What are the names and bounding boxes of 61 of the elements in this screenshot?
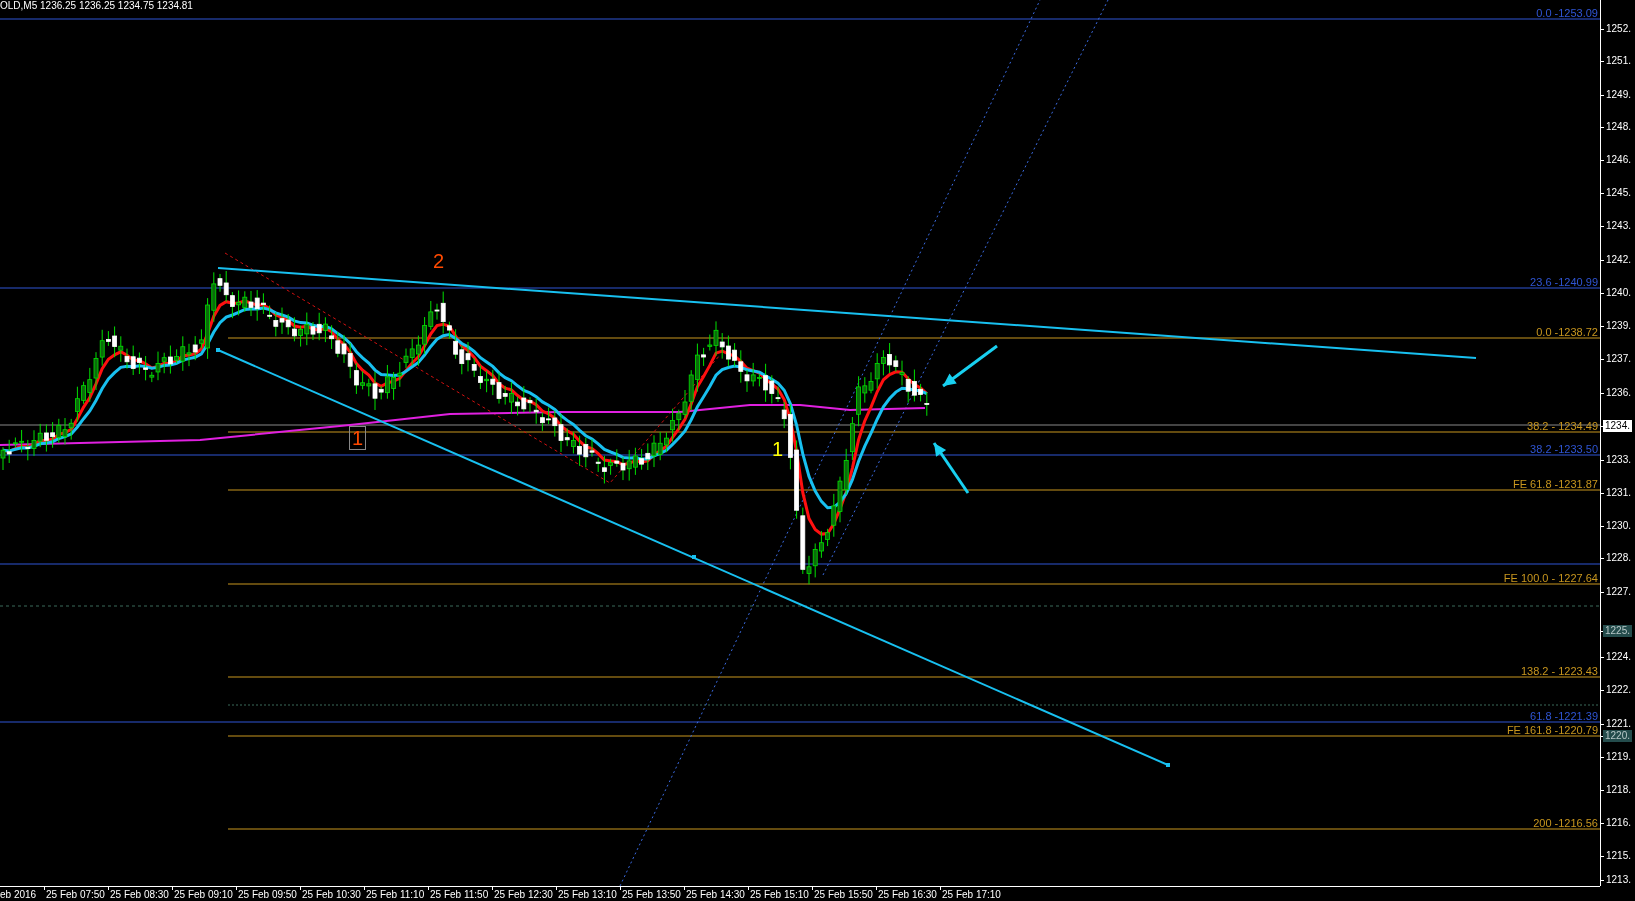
price-axis-label: 1243. bbox=[1605, 220, 1632, 232]
fibonacci-level-label: 0.0 -1238.72 bbox=[1536, 326, 1598, 338]
time-axis-label: 25 Feb 11:10 bbox=[366, 889, 425, 900]
fibonacci-level-label: FE 61.8 -1231.87 bbox=[1513, 478, 1598, 490]
time-axis-label: 25 Feb 15:50 bbox=[814, 889, 873, 900]
price-marker-label: 1220. bbox=[1603, 730, 1633, 742]
fibonacci-level-label: 61.8 -1221.39 bbox=[1530, 710, 1598, 722]
price-axis-label: 1233. bbox=[1605, 454, 1632, 466]
price-axis-label: 1245. bbox=[1605, 187, 1632, 199]
current-price-label: 1234. bbox=[1603, 420, 1633, 432]
price-axis-label: 1230. bbox=[1605, 520, 1632, 532]
time-axis-label: 25 Feb 12:30 bbox=[494, 889, 553, 900]
time-axis-label: 25 Feb 09:10 bbox=[174, 889, 233, 900]
price-axis-label: 1221. bbox=[1605, 718, 1632, 730]
price-axis-label: 1239. bbox=[1605, 320, 1632, 332]
time-axis-label: 25 Feb 15:10 bbox=[750, 889, 809, 900]
price-marker-label: 1225. bbox=[1603, 625, 1633, 637]
price-axis-label: 1248. bbox=[1605, 121, 1632, 133]
chart-header-text: OLD,M5 1236.25 1236.25 1234.75 1234.81 bbox=[0, 0, 193, 12]
price-axis-label: 1237. bbox=[1605, 353, 1632, 365]
price-axis-label: 1252. bbox=[1605, 23, 1632, 35]
price-axis-label: 1219. bbox=[1605, 751, 1632, 763]
price-axis-label: 1246. bbox=[1605, 154, 1632, 166]
price-axis-label: 1224. bbox=[1605, 651, 1632, 663]
time-axis-label: 25 Feb 13:50 bbox=[622, 889, 681, 900]
time-axis-label: 25 Feb 07:50 bbox=[46, 889, 105, 900]
price-axis-label: 1251. bbox=[1605, 55, 1632, 67]
time-axis-label: 25 Feb 10:30 bbox=[302, 889, 361, 900]
wave-label: 1 bbox=[772, 438, 784, 460]
time-axis-label: 25 Feb 08:30 bbox=[110, 889, 169, 900]
fibonacci-level-label: FE 100.0 - 1227.64 bbox=[1503, 572, 1598, 584]
fibonacci-level-label: 38.2 - 1234.49 bbox=[1527, 420, 1598, 432]
price-axis-label: 1227. bbox=[1605, 586, 1632, 598]
arrow bbox=[932, 442, 970, 494]
fibonacci-level-label: 38.2 -1233.50 bbox=[1530, 443, 1598, 455]
price-axis-label: 1249. bbox=[1605, 89, 1632, 101]
price-axis-label: 1215. bbox=[1605, 850, 1632, 862]
price-axis-label: 1236. bbox=[1605, 387, 1632, 399]
price-axis-label: 1213. bbox=[1605, 874, 1632, 886]
price-axis-label: 1231. bbox=[1605, 487, 1632, 499]
fibonacci-level-label: FE 161.8 -1220.79 bbox=[1506, 724, 1598, 736]
time-axis-label: 25 Feb 13:10 bbox=[558, 889, 617, 900]
fibonacci-level-label: 23.6 -1240.99 bbox=[1530, 276, 1598, 288]
price-axis-label: 1240. bbox=[1605, 287, 1632, 299]
time-axis-label: 25 Feb 16:30 bbox=[878, 889, 937, 900]
time-axis-label: 25 Feb 09:50 bbox=[238, 889, 297, 900]
time-axis-label: 25 Feb 14:30 bbox=[686, 889, 745, 900]
price-axis-label: 1216. bbox=[1605, 817, 1632, 829]
time-axis-label: eb 2016 bbox=[0, 889, 37, 900]
price-axis-label: 1242. bbox=[1605, 254, 1632, 266]
fibonacci-level-label: 200 -1216.56 bbox=[1533, 817, 1598, 829]
wave-label: 2 bbox=[433, 250, 445, 272]
price-axis-label: 1222. bbox=[1605, 684, 1632, 696]
wave-label: 1 bbox=[349, 426, 367, 450]
fibonacci-level-label: 138.2 - 1223.43 bbox=[1520, 665, 1598, 677]
price-axis-label: 1228. bbox=[1605, 552, 1632, 564]
arrow bbox=[942, 344, 998, 388]
time-axis-label: 25 Feb 17:10 bbox=[942, 889, 1001, 900]
price-axis-label: 1218. bbox=[1605, 784, 1632, 796]
time-axis-label: 25 Feb 11:50 bbox=[430, 889, 489, 900]
fibonacci-level-label: 0.0 -1253.09 bbox=[1536, 7, 1598, 19]
